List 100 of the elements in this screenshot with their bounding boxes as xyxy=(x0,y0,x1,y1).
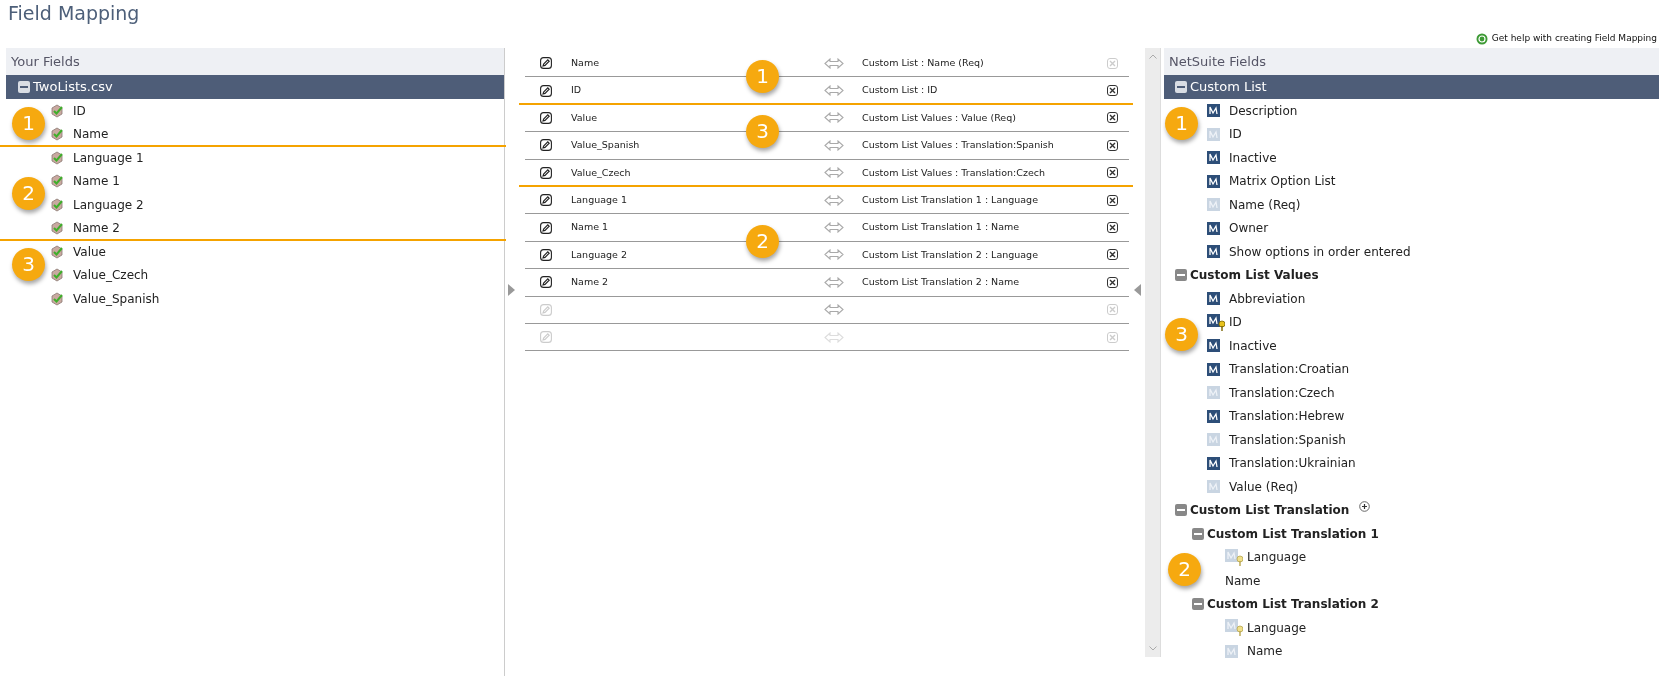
group-label: Custom List Translation 2 xyxy=(1207,596,1379,614)
collapse-icon[interactable] xyxy=(1175,81,1187,93)
field-label[interactable]: Name xyxy=(1247,642,1283,661)
field-label[interactable]: Show options in order entered xyxy=(1229,242,1411,261)
source-field: Value_Spanish xyxy=(571,139,640,151)
check-tag-icon xyxy=(50,244,64,259)
source-field: ID xyxy=(571,84,582,96)
group-label: Custom List Translation xyxy=(1190,502,1350,520)
pencil-icon[interactable] xyxy=(540,276,552,289)
field-label[interactable]: Value xyxy=(73,242,106,261)
group-row[interactable]: Custom List Values xyxy=(1161,263,1659,287)
pencil-icon[interactable] xyxy=(540,139,552,152)
pencil-icon[interactable] xyxy=(540,57,552,70)
help-link[interactable]: Get help with creating Field Mapping xyxy=(1491,32,1657,46)
target-field: Custom List : ID xyxy=(862,84,938,96)
file-row[interactable]: TwoLists.csv xyxy=(6,75,504,99)
field-label[interactable]: Inactive xyxy=(1229,336,1277,355)
remove-icon[interactable] xyxy=(1107,194,1118,206)
callout-badge: 3 xyxy=(1165,318,1198,352)
source-field: Language 1 xyxy=(571,194,627,205)
check-tag-icon xyxy=(50,221,64,236)
file-name: TwoLists.csv xyxy=(33,78,113,97)
field-label[interactable]: Language 2 xyxy=(73,195,144,214)
field-label[interactable]: Name 2 xyxy=(73,219,120,238)
source-field: Name 1 xyxy=(571,221,609,233)
target-field: Custom List Translation 2 : Language xyxy=(862,248,1038,260)
callout-badge: 2 xyxy=(1168,553,1201,587)
group-row[interactable]: Custom List xyxy=(1164,75,1659,99)
field-label[interactable]: Description xyxy=(1229,101,1298,120)
group-row[interactable]: Custom List Translation 2 xyxy=(1161,592,1659,616)
field-label[interactable]: Matrix Option List xyxy=(1229,172,1336,191)
panel-header: NetSuite Fields xyxy=(1164,48,1659,75)
field-label[interactable]: Value_Spanish xyxy=(73,289,160,308)
field-label[interactable]: Translation:Spanish xyxy=(1229,430,1346,449)
field-label[interactable]: ID xyxy=(1229,125,1242,144)
target-field: Custom List Values : Translation:Spanish xyxy=(862,139,1054,151)
target-field: Custom List Translation 1 : Name xyxy=(862,221,1020,233)
pencil-icon[interactable] xyxy=(540,221,552,234)
remove-icon[interactable] xyxy=(1107,222,1118,234)
field-label[interactable]: Abbreviation xyxy=(1229,289,1306,308)
field-label[interactable]: Language xyxy=(1247,548,1307,567)
field-label[interactable]: Translation:Croatian xyxy=(1229,360,1350,379)
source-field: Language 2 xyxy=(571,248,627,260)
left-arrow-icon[interactable] xyxy=(1134,284,1141,296)
field-label[interactable]: Value (Req) xyxy=(1229,477,1298,496)
field-label[interactable]: Name 1 xyxy=(73,172,120,191)
page-title: Field Mapping xyxy=(7,1,141,26)
field-label[interactable]: Value_Czech xyxy=(73,266,149,285)
remove-icon[interactable] xyxy=(1107,276,1118,288)
field-label[interactable]: Language xyxy=(1247,618,1307,637)
group-label: Custom List Translation 1 xyxy=(1207,525,1379,543)
field-label[interactable]: ID xyxy=(73,101,86,120)
callout-badge: 3 xyxy=(746,114,779,148)
target-field: Custom List Values : Translation:Czech xyxy=(862,166,1045,178)
remove-icon[interactable] xyxy=(1107,139,1118,151)
callout-badge: 2 xyxy=(12,177,45,211)
remove-icon[interactable] xyxy=(1107,167,1118,179)
field-label[interactable]: Language 1 xyxy=(73,148,144,167)
check-tag-icon xyxy=(50,150,64,165)
pencil-icon[interactable] xyxy=(540,166,552,179)
collapse-icon[interactable] xyxy=(1192,598,1204,611)
callout-badge: 1 xyxy=(1165,106,1198,140)
group-row[interactable]: Custom List Translation 1 xyxy=(1161,522,1659,546)
check-tag-icon xyxy=(50,174,64,189)
pencil-icon[interactable] xyxy=(540,248,552,261)
panel-header: Your Fields xyxy=(6,48,504,75)
field-label[interactable]: Owner xyxy=(1229,219,1269,238)
field-label[interactable]: Translation:Hebrew xyxy=(1229,407,1345,426)
source-field: Value_Czech xyxy=(571,166,631,178)
target-field: Custom List Translation 2 : Name xyxy=(862,276,1020,288)
field-label[interactable]: Name (Req) xyxy=(1229,195,1301,214)
target-field: Custom List Values : Value (Req) xyxy=(862,111,1016,123)
group-label: Custom List Values xyxy=(1190,267,1319,285)
collapse-icon[interactable] xyxy=(1192,527,1204,540)
remove-icon[interactable] xyxy=(1107,249,1118,261)
pencil-icon[interactable] xyxy=(540,84,552,97)
collapse-icon[interactable] xyxy=(1175,269,1187,282)
callout-badge: 3 xyxy=(12,247,45,281)
remove-icon[interactable] xyxy=(1107,85,1118,97)
field-label[interactable]: Name xyxy=(73,125,109,144)
right-arrow-icon[interactable] xyxy=(508,284,515,296)
add-icon[interactable] xyxy=(1359,500,1371,512)
source-field: Name 2 xyxy=(571,276,609,288)
collapse-icon[interactable] xyxy=(18,81,30,93)
group-label: Custom List xyxy=(1190,78,1267,97)
field-label[interactable]: ID xyxy=(1229,313,1242,332)
field-label[interactable]: Translation:Ukrainian xyxy=(1229,454,1356,473)
source-field: Value xyxy=(571,111,598,123)
field-label[interactable]: Name xyxy=(1225,571,1261,590)
callout-badge: 1 xyxy=(12,106,45,140)
remove-icon[interactable] xyxy=(1107,112,1118,124)
pencil-icon[interactable] xyxy=(540,111,552,124)
field-label[interactable]: Translation:Czech xyxy=(1229,383,1335,402)
field-label[interactable]: Inactive xyxy=(1229,148,1277,167)
help-icon[interactable] xyxy=(1475,33,1488,45)
pencil-icon[interactable] xyxy=(540,194,552,207)
collapse-icon[interactable] xyxy=(1175,504,1187,517)
group-row[interactable]: Custom List Translation xyxy=(1161,498,1659,522)
target-field: Custom List : Name (Req) xyxy=(862,57,984,69)
check-tag-icon xyxy=(50,291,64,306)
